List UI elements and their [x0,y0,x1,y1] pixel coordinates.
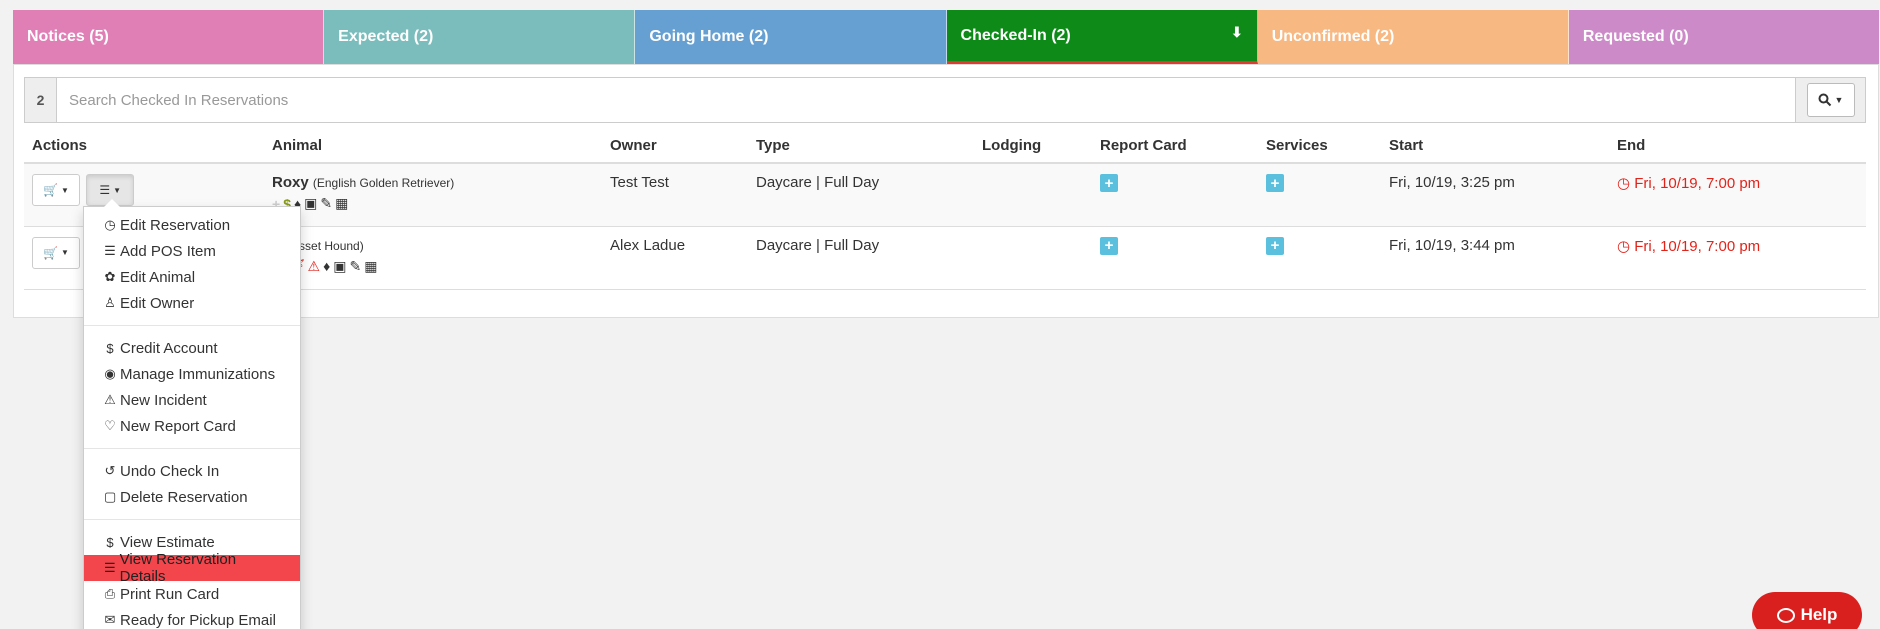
col-header: Animal [264,129,602,164]
col-header: Start [1381,129,1609,164]
menu-item-credit-account[interactable]: $ Credit Account [84,335,300,361]
paw-icon: ✿ [104,269,116,284]
col-header: Services [1258,129,1381,164]
col-header: End [1609,129,1866,164]
menu-item-view-reservation-details[interactable]: ☰ View Reservation Details [84,551,300,585]
tab-label: Expected (2) [338,28,434,45]
search-button[interactable]: ▼ [1806,83,1855,117]
add-report-card-button[interactable]: + [1100,236,1118,255]
owner-cell[interactable]: Test Test [602,163,748,227]
add-service-button[interactable]: + [1266,174,1284,192]
tab-label: Requested (0) [1582,28,1689,45]
menu-item-manage-immunizations[interactable]: ◉ Manage Immunizations [84,361,300,387]
search-input[interactable] [57,78,1795,122]
search-bar: 2 ▼ [24,77,1866,123]
cart-icon: 🛒 [43,245,59,260]
tab-label: Going Home (2) [649,28,769,45]
start-cell: Fri, 10/19, 3:44 pm [1381,226,1609,290]
caret-down-icon: ▼ [113,185,122,195]
end-cell: Fri, 10/19, 7:00 pm [1634,237,1761,255]
type-cell: Daycare | Full Day [748,163,974,227]
col-header: Lodging [974,129,1092,164]
print-icon: ⎙ [104,586,116,601]
tab-going-home[interactable]: Going Home (2) [635,10,947,64]
caret-down-icon: ▼ [61,248,69,257]
barcode-icon: ☰ [104,243,116,258]
menu-divider [84,325,300,326]
lodging-cell [974,226,1092,290]
menu-divider [84,519,300,520]
col-header: Owner [602,129,748,164]
end-cell: Fri, 10/19, 7:00 pm [1634,175,1761,192]
menu-item-delete-reservation[interactable]: ▢ Delete Reservation [84,484,300,510]
double-chevron-down-icon[interactable]: ⬇ [1231,24,1243,41]
clock-icon: ◷ [104,217,116,232]
menu-item-edit-animal[interactable]: ✿ Edit Animal [84,264,300,290]
shield-icon: ◉ [104,366,116,381]
tab-label: Unconfirmed (2) [1271,28,1395,45]
animal-name[interactable]: Roxy [272,174,309,191]
menu-item-new-incident[interactable]: ⚠ New Incident [84,387,300,413]
clock-icon: ◷ [1617,175,1631,192]
tab-checked-in[interactable]: Checked-In (2) ⬇ [946,10,1258,64]
pencil-icon[interactable]: ✎ [349,258,361,275]
menu-divider [84,448,300,449]
menu-item-ready-for-pickup-email[interactable]: ✉ Ready for Pickup Email [84,607,300,629]
person-icon: ♙ [104,295,116,310]
col-header: Type [748,129,974,164]
help-label: Help [1800,605,1838,624]
search-icon [1818,93,1831,107]
status-tabs: Notices (5) Expected (2) Going Home (2) … [13,10,1880,64]
animal-flags: ✈ ⛩ ⚠ ♦ ▣ ✎ ▦ [272,258,594,275]
caret-down-icon: ▼ [61,185,69,195]
menu-item-new-report-card[interactable]: ♡ New Report Card [84,413,300,439]
pencil-icon[interactable]: ✎ [320,195,332,212]
tab-label: Notices (5) [27,28,109,45]
col-header: Actions [24,129,264,164]
warning-icon: ⚠ [104,392,116,407]
envelope-icon: ✉ [104,612,116,627]
animal-flags: + $ ♦ ▣ ✎ ▦ [272,195,594,212]
tab-label: Checked-In (2) [960,26,1071,44]
animal-breed: (English Golden Retriever) [312,176,455,190]
tab-requested[interactable]: Requested (0) [1568,10,1880,64]
add-service-button[interactable]: + [1266,236,1284,255]
hamburger-icon: ☰ [99,183,111,197]
dollar-icon: $ [106,340,114,356]
warning-icon[interactable]: ⚠ [308,258,321,275]
id-card-icon[interactable]: ▣ [333,258,346,275]
chat-bubble-icon [1776,607,1795,623]
start-cell: Fri, 10/19, 3:25 pm [1381,163,1609,227]
lodging-cell [974,163,1092,227]
tab-notices[interactable]: Notices (5) [13,10,325,64]
actions-dropdown-menu: ◷ Edit Reservation ☰ Add POS Item ✿ Edit An… [83,199,301,629]
menu-item-edit-reservation[interactable]: ◷ Edit Reservation [84,212,300,238]
dollar-icon: $ [106,534,114,550]
menu-item-edit-owner[interactable]: ♙ Edit Owner [84,290,300,316]
trash-icon: ▢ [104,489,117,504]
pos-cart-button[interactable]: 🛒 ▼ [32,174,80,206]
caret-down-icon: ▼ [1834,95,1844,105]
owner-cell[interactable]: Alex Ladue [602,226,748,290]
tag-icon[interactable]: ♦ [323,258,330,274]
pos-cart-button[interactable]: 🛒 ▼ [32,236,80,269]
heart-icon: ♡ [104,418,116,433]
undo-icon: ↺ [104,463,116,478]
image-icon[interactable]: ▦ [364,258,377,275]
clock-icon: ◷ [1617,237,1631,255]
type-cell: Daycare | Full Day [748,226,974,290]
add-report-card-button[interactable]: + [1100,174,1118,192]
cart-icon: 🛒 [43,183,59,197]
menu-item-undo-check-in[interactable]: ↺ Undo Check In [84,458,300,484]
image-icon[interactable]: ▦ [335,195,348,212]
id-card-icon[interactable]: ▣ [304,195,317,212]
col-header: Report Card [1092,129,1258,164]
tab-unconfirmed[interactable]: Unconfirmed (2) [1257,10,1569,64]
help-button[interactable]: Help [1752,592,1862,629]
menu-item-add-pos-item[interactable]: ☰ Add POS Item [84,238,300,264]
result-count: 2 [25,78,57,122]
list-icon: ☰ [104,560,116,575]
tab-expected[interactable]: Expected (2) [324,10,636,64]
